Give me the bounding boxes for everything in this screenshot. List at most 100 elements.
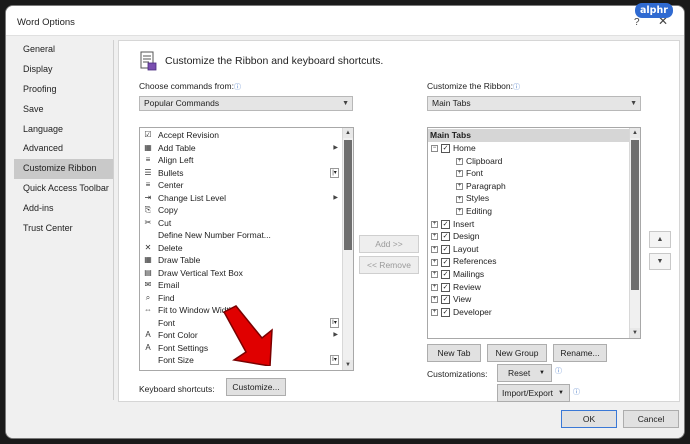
word-options-dialog: Word Options ? ✕ General Display Proofing S…	[5, 5, 685, 439]
tree-item-label: Paragraph	[466, 180, 506, 191]
tab-checkbox[interactable]: ✓	[441, 282, 450, 292]
tree-item-paragraph[interactable]: + Paragraph	[456, 180, 506, 193]
expand-icon[interactable]: +	[431, 220, 438, 228]
command-item[interactable]: ✂ Cut	[140, 217, 353, 230]
sidebar-item-save[interactable]: Save	[14, 100, 113, 120]
command-label: Font Settings	[158, 342, 209, 353]
expand-icon[interactable]: +	[456, 195, 463, 203]
scroll-up-icon[interactable]: ▲	[343, 128, 353, 138]
expand-icon[interactable]: +	[456, 208, 463, 216]
command-item[interactable]: ▦ Draw Table	[140, 254, 353, 267]
tree-item-label: Layout	[453, 243, 479, 254]
command-item[interactable]: ☑ Accept Revision	[140, 129, 353, 142]
scroll-down-icon[interactable]: ▼	[343, 360, 353, 370]
command-item[interactable]: ⇥ Change List Level ▶	[140, 192, 353, 205]
sidebar-item-proofing[interactable]: Proofing	[14, 80, 113, 100]
tree-item-editing[interactable]: + Editing	[456, 205, 492, 218]
tree-item-review[interactable]: + ✓ Review	[431, 281, 481, 294]
tree-item-layout[interactable]: + ✓ Layout	[431, 243, 479, 256]
command-item[interactable]: ≡ Align Left	[140, 154, 353, 167]
tab-checkbox[interactable]: ✓	[441, 144, 450, 154]
sidebar-item-add-ins[interactable]: Add-ins	[14, 199, 113, 219]
expand-icon[interactable]: +	[431, 283, 438, 291]
command-item[interactable]: ▦ Add Table ▶	[140, 142, 353, 155]
submenu-arrow-icon: ▶	[333, 144, 338, 151]
format-picker-icon: |▾	[330, 167, 339, 178]
tab-checkbox[interactable]: ✓	[441, 245, 450, 255]
sidebar-item-language[interactable]: Language	[14, 120, 113, 140]
tree-item-mailings[interactable]: + ✓ Mailings	[431, 268, 484, 281]
expand-icon[interactable]: +	[431, 296, 438, 304]
expand-icon[interactable]: +	[456, 170, 463, 178]
ok-button[interactable]: OK	[561, 410, 617, 428]
sidebar-item-advanced[interactable]: Advanced	[14, 139, 113, 159]
scroll-thumb[interactable]	[631, 140, 639, 290]
command-item[interactable]: ⎘ Copy	[140, 204, 353, 217]
command-item[interactable]: ✉ Email	[140, 279, 353, 292]
expand-icon[interactable]: +	[431, 271, 438, 279]
tab-checkbox[interactable]: ✓	[441, 295, 450, 305]
new-tab-button[interactable]: New Tab	[427, 344, 481, 362]
tab-checkbox[interactable]: ✓	[441, 257, 450, 267]
move-down-button[interactable]: ▼	[649, 253, 671, 270]
help-icon[interactable]: ?	[634, 17, 640, 28]
tree-scrollbar[interactable]: ▲ ▼	[629, 128, 640, 338]
tree-item-home[interactable]: − ✓ Home	[431, 142, 476, 155]
expand-icon[interactable]: +	[431, 258, 438, 266]
customize-shortcuts-button[interactable]: Customize...	[226, 378, 286, 396]
tree-item-styles[interactable]: + Styles	[456, 192, 489, 205]
ribbon-tabs-tree[interactable]: Main Tabs − ✓ Home + Clipboard + Font + Paragrap…	[427, 127, 641, 339]
command-item[interactable]: ✕ Delete	[140, 242, 353, 255]
choose-commands-dropdown[interactable]: Popular Commands ▼	[139, 96, 353, 111]
scroll-down-icon[interactable]: ▼	[630, 328, 640, 338]
tree-item-clipboard[interactable]: + Clipboard	[456, 155, 502, 168]
submenu-arrow-icon: ▶	[333, 194, 338, 201]
command-label: Delete	[158, 242, 183, 253]
sidebar-item-display[interactable]: Display	[14, 60, 113, 80]
collapse-icon[interactable]: −	[431, 145, 438, 153]
customize-ribbon-dropdown[interactable]: Main Tabs ▼	[427, 96, 641, 111]
rename-button[interactable]: Rename...	[553, 344, 607, 362]
remove-button[interactable]: << Remove	[359, 256, 419, 274]
tab-checkbox[interactable]: ✓	[441, 232, 450, 242]
chevron-down-icon: ▼	[630, 100, 637, 107]
expand-icon[interactable]: +	[431, 309, 438, 317]
align-left-icon: ≡	[145, 155, 151, 164]
move-up-button[interactable]: ▲	[649, 231, 671, 248]
sidebar-item-customize-ribbon[interactable]: Customize Ribbon	[14, 159, 113, 180]
tree-item-font[interactable]: + Font	[456, 167, 483, 180]
new-group-button[interactable]: New Group	[487, 344, 547, 362]
tree-header: Main Tabs	[428, 129, 630, 142]
command-item[interactable]: ▤ Draw Vertical Text Box	[140, 267, 353, 280]
command-item[interactable]: ☰ Bullets |▾	[140, 167, 353, 180]
add-button[interactable]: Add >>	[359, 235, 419, 253]
tree-item-design[interactable]: + ✓ Design	[431, 230, 479, 243]
scroll-up-icon[interactable]: ▲	[630, 128, 640, 138]
tab-checkbox[interactable]: ✓	[441, 308, 450, 318]
tree-item-references[interactable]: + ✓ References	[431, 255, 496, 268]
tab-checkbox[interactable]: ✓	[441, 270, 450, 280]
expand-icon[interactable]: +	[456, 157, 463, 165]
tree-item-view[interactable]: + ✓ View	[431, 293, 471, 306]
import-export-button[interactable]: Import/Export ▼	[497, 384, 570, 402]
sidebar-item-trust-center[interactable]: Trust Center	[14, 219, 113, 239]
sidebar-item-quick-access-toolbar[interactable]: Quick Access Toolbar	[14, 179, 113, 199]
expand-icon[interactable]: +	[431, 233, 438, 241]
tree-item-developer[interactable]: + ✓ Developer	[431, 306, 492, 319]
sidebar-item-general[interactable]: General	[14, 40, 113, 60]
expand-icon[interactable]: +	[456, 183, 463, 191]
command-item[interactable]: Footnote	[140, 367, 353, 371]
command-item[interactable]: ≡ Center	[140, 179, 353, 192]
command-item[interactable]: Define New Number Format...	[140, 229, 353, 242]
commands-scrollbar[interactable]: ▲ ▼	[342, 128, 353, 370]
tree-item-insert[interactable]: + ✓ Insert	[431, 218, 474, 231]
watermark-badge: alphr	[635, 3, 673, 18]
reset-button[interactable]: Reset ▼	[497, 364, 552, 382]
cancel-button[interactable]: Cancel	[623, 410, 679, 428]
expand-icon[interactable]: +	[431, 246, 438, 254]
tab-checkbox[interactable]: ✓	[441, 219, 450, 229]
fit-width-icon: ⇔	[144, 305, 152, 314]
tree-item-label: Design	[453, 231, 480, 242]
command-item[interactable]: ⌕ Find	[140, 292, 353, 305]
scroll-thumb[interactable]	[344, 140, 352, 250]
